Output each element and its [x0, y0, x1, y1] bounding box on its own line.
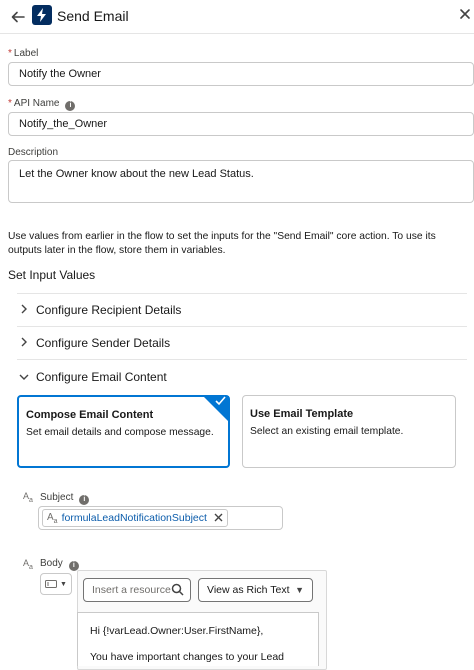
- api-name-input-value: Notify_the_Owner: [19, 118, 108, 130]
- subject-label-text: Subject: [40, 492, 74, 503]
- required-marker: *: [8, 98, 12, 109]
- resource-pill[interactable]: Aa formulaLeadNotificationSubject: [42, 509, 228, 527]
- text-mode-dropdown[interactable]: ▼: [40, 573, 72, 595]
- subject-input[interactable]: Aa formulaLeadNotificationSubject: [38, 506, 283, 530]
- accordion-recipient-details[interactable]: Configure Recipient Details: [17, 294, 467, 326]
- back-arrow-icon[interactable]: [10, 9, 26, 25]
- view-mode-value: View as Rich Text: [207, 584, 290, 596]
- body-label-text: Body: [40, 558, 63, 569]
- close-icon[interactable]: [458, 7, 474, 23]
- compose-email-content-card[interactable]: Compose Email Content Set email details …: [17, 395, 230, 468]
- label-input-value: Notify the Owner: [19, 68, 101, 80]
- info-icon[interactable]: i: [65, 100, 76, 111]
- api-name-label-text: API Name: [13, 98, 60, 109]
- accordion-sender-details[interactable]: Configure Sender Details: [17, 327, 467, 359]
- body-line-empty: [90, 637, 306, 651]
- chevron-right-icon: [17, 336, 31, 350]
- inputs-help-text: Use values from earlier in the flow to s…: [8, 231, 436, 256]
- text-type-icon: Aa: [23, 491, 33, 504]
- text-type-icon: Aa: [23, 558, 33, 571]
- text-type-icon: Aa: [47, 511, 58, 525]
- accordion-label: Configure Sender Details: [36, 336, 171, 350]
- body-line: You have important changes to your Lead: [90, 651, 284, 663]
- label-input[interactable]: Notify the Owner: [8, 62, 474, 86]
- card-title: Use Email Template: [250, 408, 354, 420]
- panel-title: Send Email: [57, 8, 129, 24]
- description-textarea[interactable]: Let the Owner know about the new Lead St…: [8, 160, 474, 203]
- card-title: Compose Email Content: [26, 409, 154, 421]
- search-icon: [171, 583, 184, 599]
- set-input-values-heading: Set Input Values: [8, 268, 96, 282]
- api-name-input[interactable]: Notify_the_Owner: [8, 112, 474, 136]
- text-field-icon: [45, 575, 58, 593]
- panel-header: Send Email: [0, 0, 474, 34]
- caret-down-icon: ▼: [295, 585, 304, 595]
- body-label: Body i: [40, 558, 79, 571]
- resource-placeholder: Insert a resource: [92, 584, 171, 596]
- insert-resource-input[interactable]: Insert a resource: [83, 578, 191, 602]
- chevron-right-icon: [17, 303, 31, 317]
- label-field-label: * Label: [8, 48, 38, 59]
- send-email-action-icon: [32, 5, 52, 25]
- use-email-template-card[interactable]: Use Email Template Select an existing em…: [242, 395, 456, 468]
- remove-pill-icon[interactable]: [214, 511, 223, 525]
- body-line: Hi {!varLead.Owner:User.FirstName},: [90, 625, 264, 637]
- checkmark-icon: [215, 396, 226, 409]
- required-marker: *: [8, 48, 12, 59]
- description-field-label: Description: [8, 147, 59, 158]
- view-mode-select[interactable]: View as Rich Text ▼: [198, 578, 313, 602]
- caret-down-icon: ▼: [60, 580, 67, 588]
- body-rich-text-area[interactable]: Hi {!varLead.Owner:User.FirstName}, You …: [77, 612, 319, 666]
- chevron-down-icon: [17, 370, 31, 384]
- description-value: Let the Owner know about the new Lead St…: [19, 168, 254, 180]
- divider: [17, 359, 467, 360]
- accordion-email-content[interactable]: Configure Email Content: [17, 361, 467, 393]
- label-field-label-text: Label: [13, 48, 39, 59]
- card-description: Set email details and compose message.: [26, 427, 214, 438]
- accordion-label: Configure Recipient Details: [36, 303, 182, 317]
- subject-label: Subject i: [40, 492, 90, 505]
- info-icon[interactable]: i: [68, 560, 79, 571]
- pill-label: formulaLeadNotificationSubject: [61, 512, 207, 524]
- api-name-field-label: * API Name i: [8, 98, 76, 111]
- info-icon[interactable]: i: [79, 494, 90, 505]
- card-description: Select an existing email template.: [250, 426, 404, 437]
- accordion-label: Configure Email Content: [36, 370, 167, 384]
